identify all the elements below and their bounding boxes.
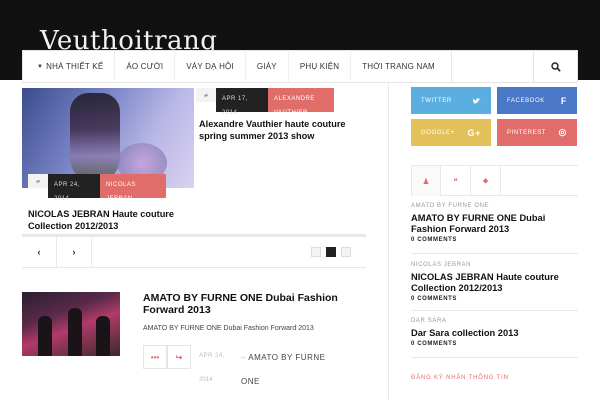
google-plus-icon: g+	[467, 127, 481, 138]
sidebar-tabs: ♟ ❝ ⬥	[411, 165, 578, 196]
post-title[interactable]: AMATO BY FURNE ONE Dubai Fashion Forward…	[411, 213, 578, 235]
post-author[interactable]: NICOLAS JEBRAN	[411, 262, 578, 268]
article-category-label: AMATO BY FURNE	[248, 353, 326, 362]
nav-item-label: NHÀ THIẾT KẾ	[46, 62, 104, 71]
nav-item-accessories[interactable]: PHỤ KIỆN	[289, 50, 352, 83]
twitter-label: TWITTER	[421, 97, 452, 104]
slider-dots	[311, 247, 366, 257]
post-comments[interactable]: 0 COMMENTS	[411, 237, 578, 243]
post-title[interactable]: NICOLAS JEBRAN Haute couture Collection …	[411, 272, 578, 294]
sidebar-separator	[411, 310, 578, 311]
slide-title[interactable]: NICOLAS JEBRAN Haute couture Collection …	[28, 208, 193, 232]
google-plus-label: GOOGLE+	[421, 129, 455, 136]
slider-prev-button[interactable]: ‹	[22, 237, 57, 267]
facebook-icon: f	[560, 95, 567, 106]
sidebar-post: DAR SARA Dar Sara collection 2013 0 COMM…	[411, 318, 578, 347]
slide-title[interactable]: Alexandre Vauthier haute couture spring …	[199, 118, 364, 142]
slide-date: APR 24, 2014	[48, 174, 100, 202]
tab-recent[interactable]: ♟	[411, 166, 441, 196]
sidebar-post: NICOLAS JEBRAN NICOLAS JEBRAN Haute cout…	[411, 262, 578, 302]
search-icon	[550, 61, 561, 72]
article-actions: ••• ↪	[143, 345, 191, 369]
comments-icon: ❝	[453, 176, 458, 186]
tab-tags[interactable]: ⬥	[471, 166, 501, 196]
slide-meta: ▰ APR 17, 2014 ALEXANDRE VAUTHIER	[196, 88, 334, 116]
post-author[interactable]: AMATO BY FURNE ONE	[411, 203, 578, 209]
comment-icon: ▰	[28, 174, 48, 188]
comment-icon: ▰	[196, 88, 216, 102]
article-title[interactable]: AMATO BY FURNE ONE Dubai Fashion Forward…	[143, 292, 358, 316]
sidebar-separator	[411, 357, 578, 358]
slider-dot[interactable]	[341, 247, 351, 257]
slide-category[interactable]: NICOLAS JEBRAN	[100, 174, 166, 202]
article-category[interactable]: – AMATO BY FURNE	[241, 353, 325, 362]
twitter-icon	[472, 97, 481, 103]
article-category-cont[interactable]: ONE	[241, 377, 260, 386]
sidebar-post: AMATO BY FURNE ONE AMATO BY FURNE ONE Du…	[411, 203, 578, 243]
pinterest-button[interactable]: PINTEREST ◎	[497, 119, 577, 146]
more-button[interactable]: •••	[143, 345, 167, 369]
nav-item-wedding-dress[interactable]: ÁO CƯỚI	[115, 50, 176, 83]
caret-down-icon: ▼	[37, 63, 44, 70]
article-thumbnail[interactable]	[22, 292, 120, 356]
subscribe-heading: ĐĂNG KÝ NHẬN THÔNG TIN	[411, 375, 509, 381]
sidebar-separator	[411, 253, 578, 254]
tags-icon: ⬥	[482, 176, 489, 185]
thumb-figure	[96, 316, 110, 356]
article-excerpt: AMATO BY FURNE ONE Dubai Fashion Forward…	[143, 325, 314, 332]
slide-category[interactable]: ALEXANDRE VAUTHIER	[268, 88, 334, 116]
slide-date: APR 17, 2014	[216, 88, 268, 116]
google-plus-button[interactable]: GOOGLE+ g+	[411, 119, 491, 146]
nav-item-shoes[interactable]: GIÀY	[246, 50, 289, 83]
nav-item-designers[interactable]: ▼ NHÀ THIẾT KẾ	[23, 50, 116, 83]
thumb-figure	[68, 308, 82, 356]
slide-photo-figure	[70, 93, 120, 183]
article-date: APR 24,	[199, 353, 225, 359]
bell-icon: ♟	[422, 176, 430, 186]
article-date-year: 2014	[199, 377, 213, 383]
facebook-button[interactable]: FACEBOOK f	[497, 87, 577, 114]
nav-item-menswear[interactable]: THỜI TRANG NAM	[351, 50, 452, 83]
twitter-button[interactable]: TWITTER	[411, 87, 491, 114]
post-comments[interactable]: 0 COMMENTS	[411, 341, 578, 347]
slider-next-button[interactable]: ›	[57, 237, 92, 267]
slide-image[interactable]	[22, 88, 194, 188]
search-button[interactable]	[533, 50, 577, 83]
post-author[interactable]: DAR SARA	[411, 318, 578, 324]
pinterest-icon: ◎	[558, 127, 567, 137]
slider-dot[interactable]	[326, 247, 336, 257]
slider-controls: ‹ ›	[22, 234, 366, 268]
nav-item-evening-dress[interactable]: VÁY DẠ HỘI	[175, 50, 246, 83]
main-nav: ▼ NHÀ THIẾT KẾ ÁO CƯỚI VÁY DẠ HỘI GIÀY P…	[22, 50, 578, 83]
tab-comments[interactable]: ❝	[441, 166, 471, 196]
sidebar-divider	[388, 83, 389, 400]
slider-dot[interactable]	[311, 247, 321, 257]
share-button[interactable]: ↪	[167, 345, 191, 369]
slide-meta: ▰ APR 24, 2014 NICOLAS JEBRAN	[28, 174, 166, 202]
facebook-label: FACEBOOK	[507, 97, 545, 104]
post-comments[interactable]: 0 COMMENTS	[411, 296, 578, 302]
pinterest-label: PINTEREST	[507, 129, 547, 136]
post-title[interactable]: Dar Sara collection 2013	[411, 328, 578, 339]
thumb-figure	[38, 316, 52, 356]
